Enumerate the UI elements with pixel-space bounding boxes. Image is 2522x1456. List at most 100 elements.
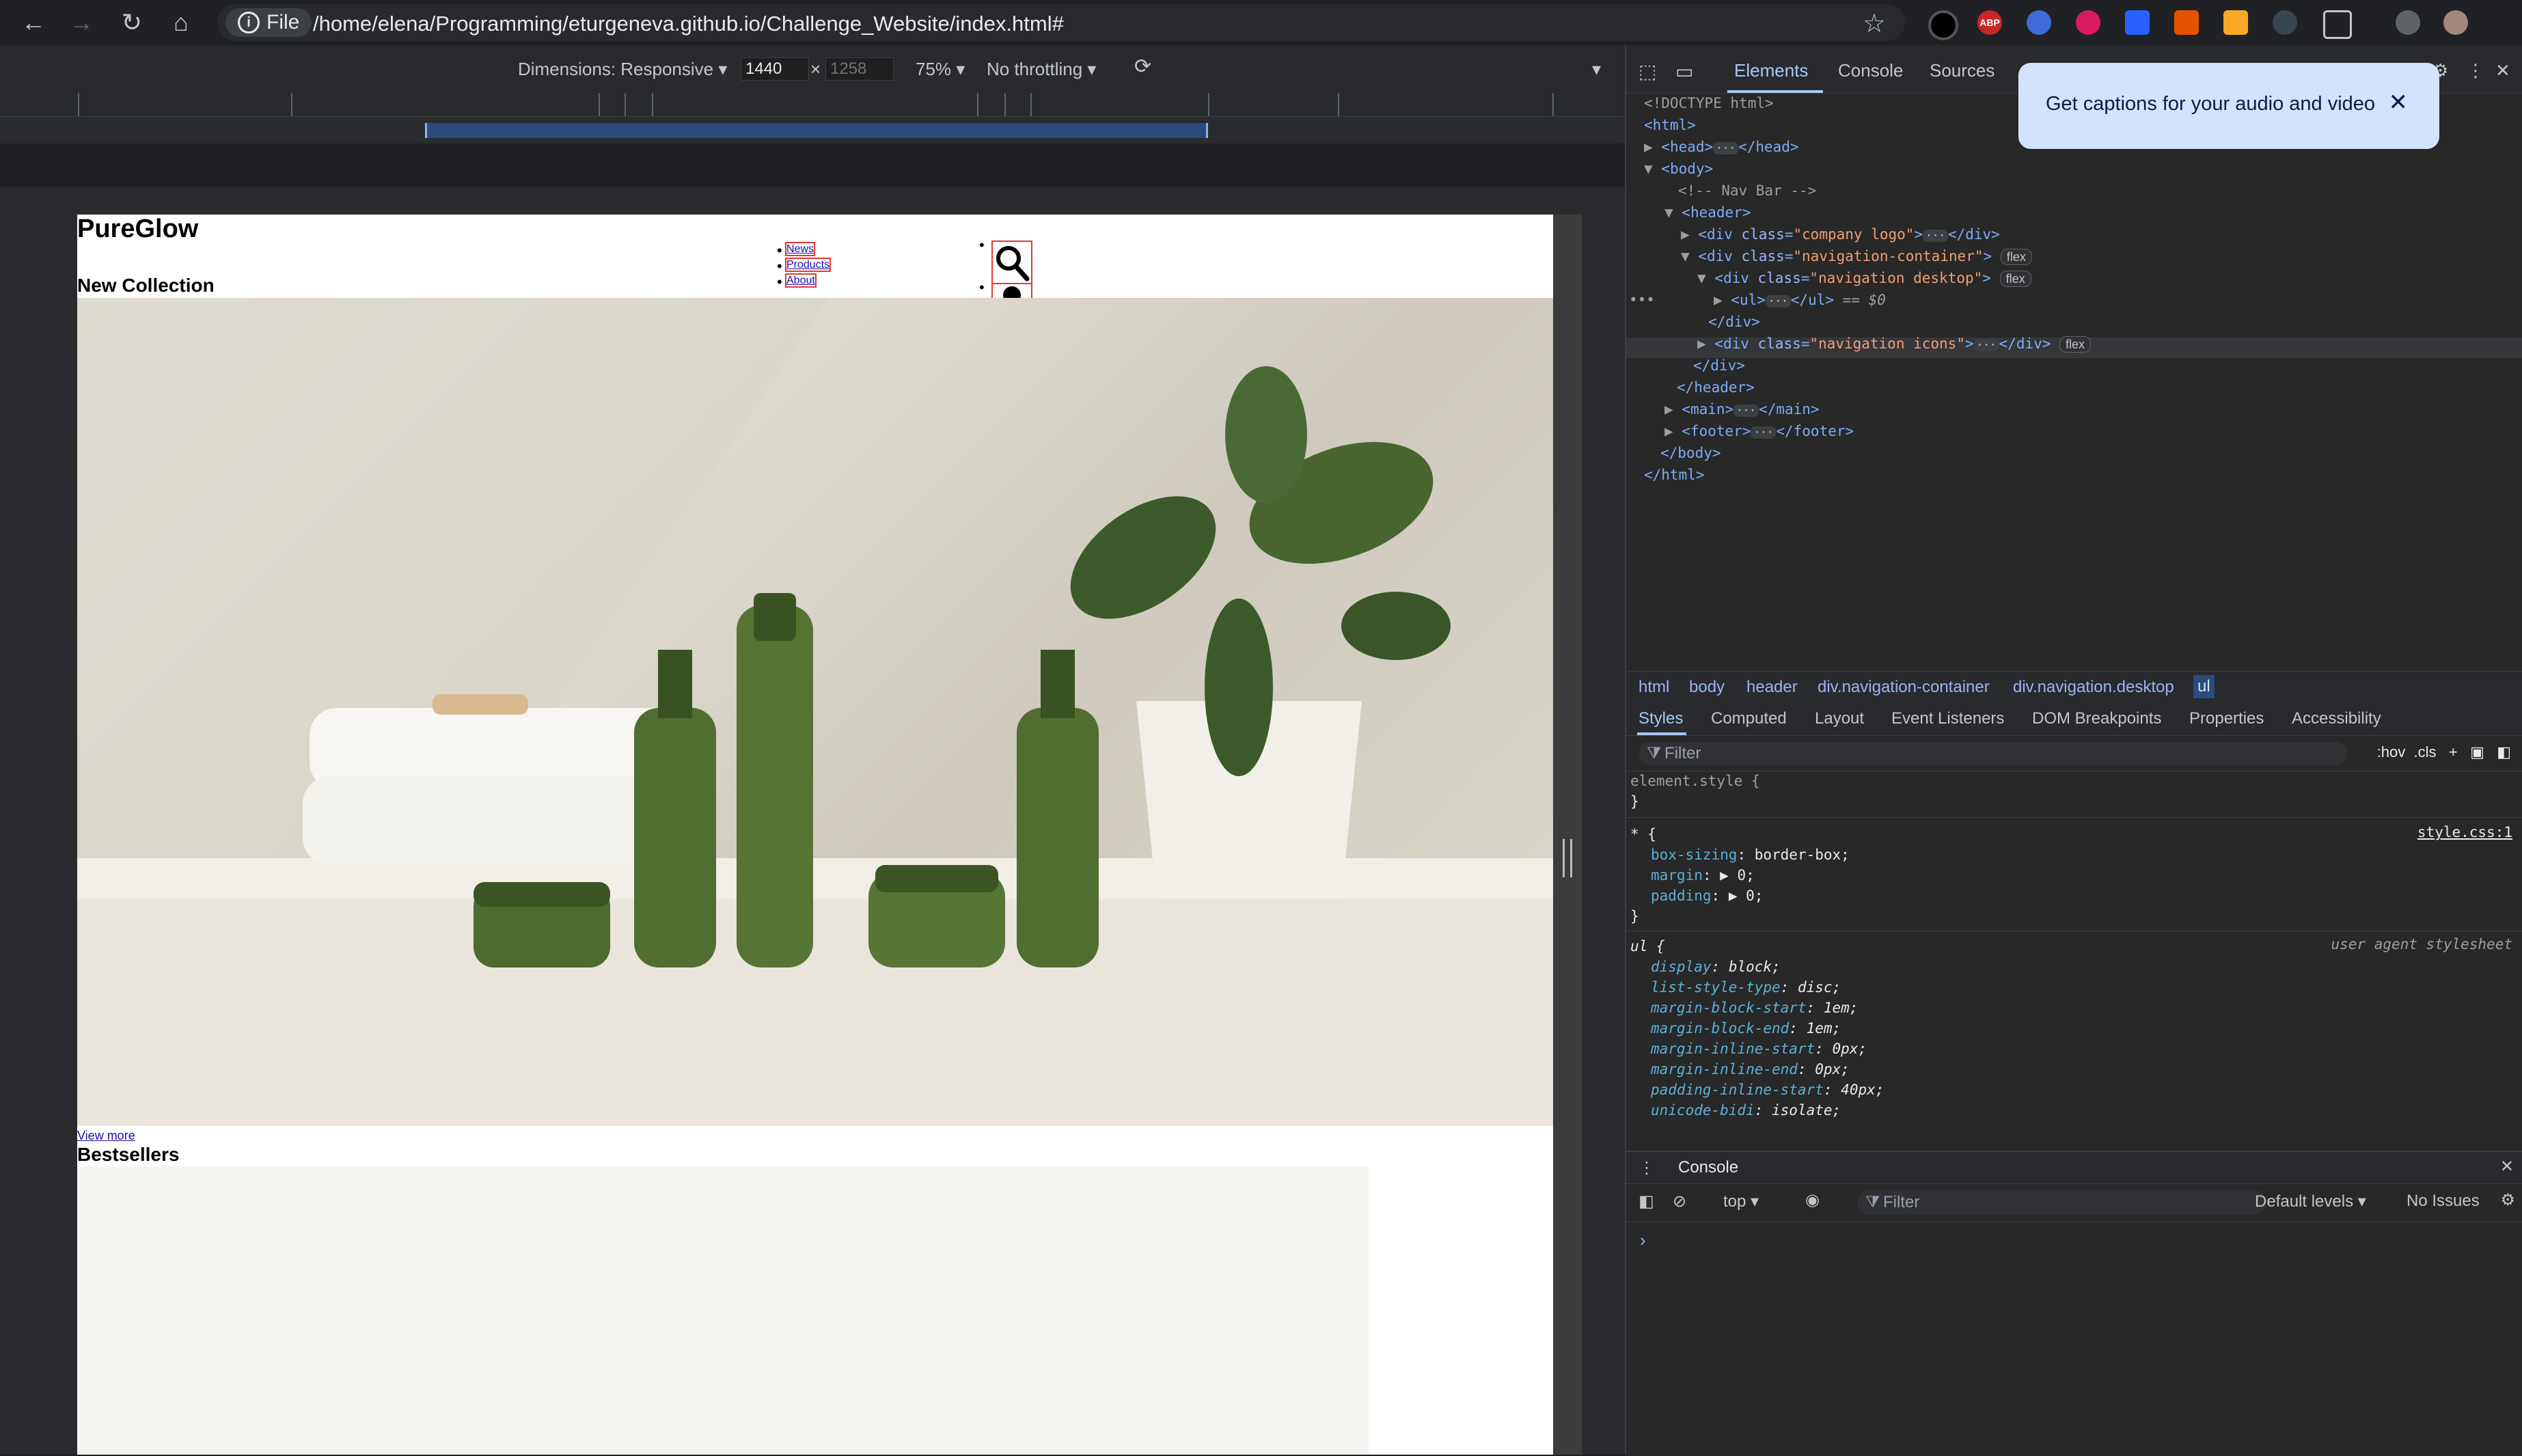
console-filter-input[interactable]: ⧩ Filter (1857, 1190, 2266, 1215)
media-query-ruler[interactable] (0, 93, 1625, 117)
throttling-dropdown[interactable]: No throttling ▾ (987, 59, 1096, 80)
view-more-link[interactable]: View more (77, 1129, 135, 1143)
dom-div-close[interactable]: </div> (1708, 312, 1760, 332)
paint-icon[interactable]: ▣ (2470, 743, 2484, 760)
crumb-navigation-container[interactable]: div.navigation-container (1818, 678, 1990, 697)
shield-extension-icon[interactable] (2125, 10, 2150, 35)
address-bar[interactable]: i File /home/elena/Programming/eturgenev… (217, 4, 1905, 41)
site-info-chip[interactable]: i File (225, 8, 312, 37)
dom-row-menu-icon[interactable]: ••• (1629, 290, 1655, 310)
css-prop-row[interactable]: list-style-type: disc; (1651, 977, 1841, 998)
dom-header-open[interactable]: ▼ <header> (1664, 202, 1751, 223)
dimensions-dropdown[interactable]: Dimensions: Responsive ▾ (518, 59, 727, 80)
new-rule-icon[interactable]: + (2449, 743, 2458, 760)
zoom-dropdown[interactable]: 75% ▾ (916, 59, 965, 80)
issues-counter[interactable]: No Issues (2407, 1192, 2480, 1211)
close-icon[interactable]: ✕ (2389, 89, 2409, 116)
reload-button[interactable]: ↻ (116, 7, 148, 38)
clear-console-icon[interactable]: ⊘ (1673, 1192, 1686, 1211)
dom-main[interactable]: ▶ <main> ··· </main> (1664, 399, 1820, 420)
css-prop-row[interactable]: box-sizing: border-box; (1651, 844, 1850, 865)
inspect-element-icon[interactable]: ⬚ (1639, 60, 1656, 83)
css-prop-row[interactable]: unicode-bidi: isolate; (1651, 1100, 1841, 1121)
styles-filter-input[interactable]: ⧩ Filter (1639, 742, 2348, 765)
height-input[interactable]: 1258 (825, 57, 894, 81)
console-sidebar-icon[interactable]: ◧ (1639, 1192, 1654, 1211)
extension-circle-icon[interactable] (1928, 10, 1958, 40)
adblock-extension-icon[interactable]: ABP (1977, 10, 2002, 35)
tab-styles[interactable]: Styles (1639, 709, 1683, 728)
console-settings-gear-icon[interactable]: ⚙ (2500, 1190, 2515, 1210)
context-dropdown[interactable]: top ▾ (1723, 1192, 1759, 1211)
back-button[interactable]: ← (18, 7, 49, 38)
element-style-selector[interactable]: element.style { (1630, 771, 1760, 791)
rotate-icon[interactable]: ⟳ (1134, 55, 1151, 79)
ul-selector[interactable]: ul { (1630, 936, 1665, 957)
live-expression-eye-icon[interactable]: ◉ (1805, 1190, 1820, 1210)
css-prop-row[interactable]: margin-block-end: 1em; (1651, 1018, 1841, 1039)
crumb-body[interactable]: body (1689, 678, 1725, 697)
console-prompt[interactable]: › (1640, 1230, 1646, 1251)
dom-header-close[interactable]: </header> (1677, 377, 1755, 398)
device-options-chevron-icon[interactable]: ▾ (1592, 59, 1601, 80)
ghost-extension-icon[interactable] (2027, 10, 2051, 35)
dom-navigation-container[interactable]: ▼ <div class="navigation-container"> fle… (1681, 246, 2032, 266)
dom-navigation-desktop[interactable]: ▼ <div class="navigation desktop"> flex (1697, 268, 2031, 288)
dom-ul-selected[interactable]: ▶ <ul> ··· </ul> == $0 (1714, 290, 1886, 310)
crumb-header[interactable]: header (1746, 678, 1798, 697)
sparkle-extension-icon[interactable] (2273, 10, 2297, 35)
css-prop-row[interactable]: margin: ▶ 0; (1651, 865, 1755, 885)
crumb-ul[interactable]: ul (2193, 675, 2215, 698)
m-extension-icon[interactable] (2076, 10, 2100, 35)
fox-extension-icon[interactable] (2174, 10, 2199, 35)
device-toggle-icon[interactable]: ▭ (1675, 60, 1693, 83)
media-control-icon[interactable] (2396, 10, 2420, 35)
dom-head[interactable]: ▶ <head> ··· </head> (1644, 137, 1799, 157)
drawer-menu-icon[interactable]: ⋮ (1639, 1158, 1655, 1178)
tab-console[interactable]: Console (1838, 60, 1903, 81)
css-prop-row[interactable]: margin-inline-end: 0px; (1651, 1059, 1850, 1080)
css-prop-row[interactable]: padding: ▶ 0; (1651, 885, 1763, 906)
nav-link-about[interactable]: About (785, 273, 817, 288)
dom-navigation-icons[interactable]: ▶ <div class="navigation icons"> ··· </div… (1697, 333, 2092, 354)
tab-elements[interactable]: Elements (1734, 60, 1808, 81)
dom-body-close[interactable]: </body> (1660, 443, 1721, 463)
crumb-html[interactable]: html (1639, 678, 1669, 697)
dom-html-open[interactable]: <html> (1644, 115, 1696, 135)
highlighter-extension-icon[interactable] (2223, 10, 2248, 35)
dom-div-close-2[interactable]: </div> (1693, 355, 1745, 376)
dom-body-open[interactable]: ▼ <body> (1644, 159, 1713, 179)
cls-toggle[interactable]: .cls (2414, 743, 2437, 760)
close-drawer-icon[interactable]: ✕ (2500, 1157, 2514, 1177)
puzzle-extensions-icon[interactable] (2323, 10, 2352, 39)
bookmark-star-icon[interactable]: ☆ (1863, 8, 1886, 39)
tab-accessibility[interactable]: Accessibility (2292, 709, 2381, 728)
css-prop-row[interactable]: margin-inline-start: 0px; (1651, 1039, 1867, 1059)
css-prop-row[interactable]: padding-inline-start: 40px; (1651, 1080, 1884, 1100)
style-source-link[interactable]: style.css:1 (2417, 824, 2512, 840)
css-prop-row[interactable]: margin-block-start: 1em; (1651, 998, 1858, 1018)
drawer-tab-console[interactable]: Console (1678, 1158, 1738, 1177)
resize-handle[interactable] (1563, 839, 1572, 877)
css-prop-row[interactable]: display: block; (1651, 957, 1781, 977)
company-logo[interactable]: PureGlow (77, 215, 198, 244)
dom-company-logo[interactable]: ▶ <div class="company logo"> ··· </div> (1681, 224, 2000, 245)
sidebar-toggle-icon[interactable]: ◧ (2497, 743, 2511, 760)
crumb-navigation-desktop[interactable]: div.navigation.desktop (2013, 678, 2174, 697)
tab-event-listeners[interactable]: Event Listeners (1891, 709, 2004, 728)
dom-html-close[interactable]: </html> (1644, 465, 1705, 485)
close-devtools-icon[interactable]: ✕ (2495, 60, 2510, 81)
tab-sources[interactable]: Sources (1930, 60, 1995, 81)
tab-computed[interactable]: Computed (1711, 709, 1787, 728)
home-button[interactable]: ⌂ (165, 7, 197, 38)
universal-selector[interactable]: * { (1630, 824, 1656, 844)
search-icon[interactable] (991, 241, 1032, 284)
hov-toggle[interactable]: :hov (2377, 743, 2406, 760)
width-input[interactable]: 1440 (741, 57, 809, 81)
profile-avatar[interactable] (2443, 10, 2468, 35)
log-levels-dropdown[interactable]: Default levels ▾ (2255, 1192, 2366, 1211)
more-options-icon[interactable]: ⋮ (2467, 60, 2484, 81)
nav-link-news[interactable]: News (784, 242, 816, 256)
dom-footer[interactable]: ▶ <footer> ··· </footer> (1664, 421, 1854, 441)
url-text[interactable]: /home/elena/Programming/eturgeneva.githu… (313, 12, 1064, 36)
